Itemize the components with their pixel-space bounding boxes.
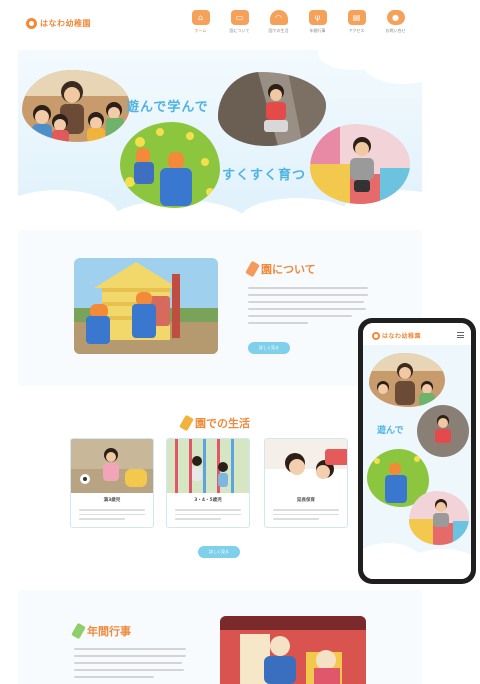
about-title: 園について [245,260,316,278]
nav-label: アクセス [348,28,365,33]
life-more-button[interactable]: 詳しく見る [198,546,240,558]
about-more-button[interactable]: 詳しく見る [248,342,290,354]
hamburger-menu-icon[interactable] [457,332,464,340]
crayon-icon [245,260,260,278]
phone-screen: はなわ幼稚園 遊んで [363,323,471,579]
life-card[interactable]: 満3歳児 [70,438,154,528]
nav-item-life[interactable]: ◠ 園での生活 [264,10,293,34]
phone-logo-text: はなわ幼稚園 [382,333,422,340]
events-photo-dolls [220,616,366,684]
phone-header: はなわ幼稚園 [363,323,471,345]
card-photo-playground [167,439,249,493]
phone-catch: 遊んで [377,426,404,436]
hat-icon: ◠ [269,10,288,25]
card-photo-nap [265,439,347,493]
life-card-text [167,503,249,523]
events-title-text: 年間行事 [87,625,131,638]
events-text-line [74,655,186,657]
nav-label: ホーム [194,28,207,33]
nav-item-about[interactable]: ▭ 園について [225,10,254,34]
about-text-line [248,301,364,303]
life-title: 園での生活 [179,414,250,432]
site-logo[interactable]: はなわ幼稚園 [26,18,91,29]
life-card[interactable]: 3・4・5歳児 [166,438,250,528]
cloud-shape [18,190,118,220]
hero-photo-playmat [310,124,410,204]
school-building-icon: ⌂ [191,10,210,25]
flower-logo-icon [26,18,37,29]
smartphone-mockup: はなわ幼稚園 遊んで [358,318,476,584]
events-text-line [74,662,182,664]
life-card[interactable]: 延長保育 [264,438,348,528]
global-nav: ⌂ ホーム ▭ 園について ◠ 園での生活 ψ 年間行事 ▤ アクセス ● お問… [186,10,410,34]
about-photo-playhouse [74,258,218,354]
hero-catch-1: 遊んで学んで [126,100,209,115]
about-text-line [248,294,368,296]
card-photo-toddler [71,439,153,493]
events-text-line [74,676,154,678]
life-card-text [265,503,347,523]
about-text-line [248,315,352,317]
duck-icon: ● [386,10,405,25]
nav-item-access[interactable]: ▤ アクセス [342,10,371,34]
logo-text: はなわ幼稚園 [40,19,91,28]
hero-catch-2: すくすく育つ [222,168,307,183]
hero-photo-field [120,122,220,208]
cloud-shape [363,50,422,84]
nav-label: 園での生活 [268,28,289,33]
hero-photo-boy-tree [218,72,326,146]
events-text-line [74,669,184,671]
website-mockup: はなわ幼稚園 ⌂ ホーム ▭ 園について ◠ 園での生活 ψ 年間行事 ▤ アク… [0,0,480,684]
life-title-text: 園での生活 [195,417,250,430]
nav-item-contact[interactable]: ● お問い合せ [381,10,410,34]
events-title: 年間行事 [71,622,131,640]
bus-icon: ▭ [230,10,249,25]
phone-photo-children-group [369,353,445,407]
about-text-line [248,322,308,324]
nav-label: お問い合せ [385,28,406,33]
fork-spoon-icon: ψ [308,10,327,25]
nav-item-home[interactable]: ⌂ ホーム [186,10,215,34]
phone-logo[interactable]: はなわ幼稚園 [372,331,421,340]
hero-section: 遊んで学んで すくすく育つ [18,50,422,220]
nav-item-events[interactable]: ψ 年間行事 [303,10,332,34]
about-title-text: 園について [261,263,316,276]
events-text-line [74,648,186,650]
crayon-icon [179,414,194,432]
flower-logo-icon [372,331,380,340]
crayon-icon [71,622,86,640]
nav-label: 園について [229,28,250,33]
nav-label: 年間行事 [309,28,326,33]
phone-photo-boy-tree [417,405,469,457]
phone-photo-playmat [409,491,469,545]
site-header: はなわ幼稚園 ⌂ ホーム ▭ 園について ◠ 園での生活 ψ 年間行事 ▤ アク… [18,10,422,44]
about-text-line [248,308,366,310]
about-text-line [248,287,368,289]
life-card-text [71,503,153,523]
hero-photo-children-group [22,70,130,142]
map-icon: ▤ [347,10,366,25]
